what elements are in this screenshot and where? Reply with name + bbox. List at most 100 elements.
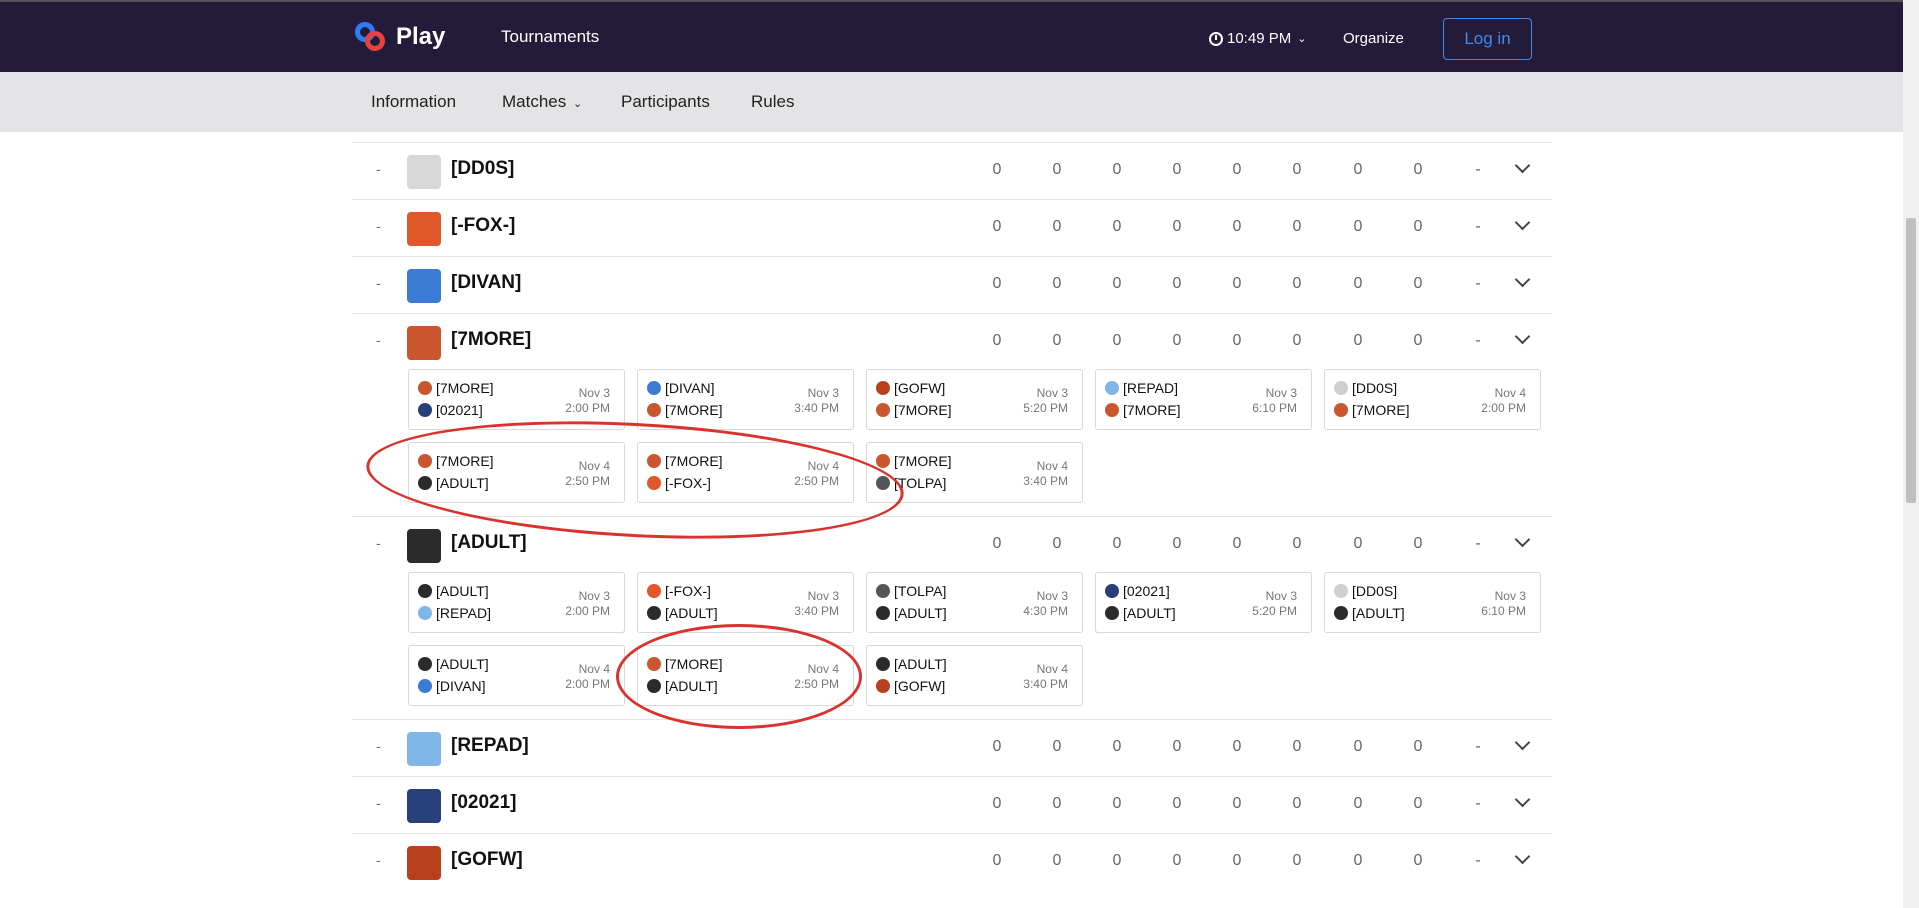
match-card[interactable]: [DD0S] [ADULT] Nov 3 6:10 PM — [1324, 572, 1541, 633]
match-card[interactable]: [ADULT] [GOFW] Nov 4 3:40 PM — [866, 645, 1083, 706]
team-stat: 0 — [992, 738, 1002, 755]
team-stat: 0 — [1353, 218, 1363, 235]
team-logo-icon — [647, 476, 661, 490]
standings-row[interactable]: - [ADULT] 0 0 0 0 0 0 0 0 - — [352, 516, 1552, 573]
team-stat: 0 — [1292, 218, 1302, 235]
team-stat: 0 — [1112, 275, 1122, 292]
team-stat: 0 — [1413, 275, 1423, 292]
tab-matches[interactable]: Matches ⌄ — [502, 92, 582, 112]
chevron-down-icon: ⌄ — [572, 98, 583, 110]
team-stat: 0 — [1292, 275, 1302, 292]
team-stat: 0 — [1353, 535, 1363, 552]
match-card[interactable]: [7MORE] [-FOX-] Nov 4 2:50 PM — [637, 442, 854, 503]
expand-chevron-icon[interactable] — [1515, 794, 1529, 808]
match-team-2: [REPAD] — [418, 605, 491, 621]
match-datetime: Nov 4 2:50 PM — [565, 459, 610, 489]
team-logo-icon — [418, 381, 432, 395]
page: Play Tournaments 10:49 PM ⌄ Organize Log… — [0, 0, 1919, 908]
nav-tournaments-link[interactable]: Tournaments — [501, 27, 599, 47]
match-team-name: [DD0S] — [1352, 583, 1398, 599]
match-card[interactable]: [ADULT] [DIVAN] Nov 4 2:00 PM — [408, 645, 625, 706]
standings-row[interactable]: - [DIVAN] 0 0 0 0 0 0 0 0 - — [352, 256, 1552, 313]
expand-chevron-icon[interactable] — [1515, 217, 1529, 231]
match-time: 3:40 PM — [1023, 474, 1068, 488]
match-card[interactable]: [DIVAN] [7MORE] Nov 3 3:40 PM — [637, 369, 854, 430]
match-datetime: Nov 3 5:20 PM — [1252, 589, 1297, 619]
expand-chevron-icon[interactable] — [1515, 851, 1529, 865]
brand-logo-link[interactable]: Play — [354, 20, 445, 54]
match-date: Nov 3 — [1494, 589, 1526, 603]
expand-chevron-icon[interactable] — [1515, 331, 1529, 345]
match-card[interactable]: [REPAD] [7MORE] Nov 3 6:10 PM — [1095, 369, 1312, 430]
match-team-1: [-FOX-] — [647, 583, 711, 599]
team-stat: 0 — [1112, 218, 1122, 235]
team-stat: 0 — [1413, 161, 1423, 178]
standings-row[interactable]: - [02021] 0 0 0 0 0 0 0 0 - — [352, 776, 1552, 833]
scrollbar-thumb[interactable] — [1906, 218, 1916, 503]
match-team-name: [DD0S] — [1352, 380, 1398, 396]
page-scrollbar[interactable] — [1903, 0, 1919, 908]
standings-row[interactable]: - [7MORE] 0 0 0 0 0 0 0 0 - — [352, 313, 1552, 370]
expand-chevron-icon[interactable] — [1515, 160, 1529, 174]
match-card[interactable]: [7MORE] [TOLPA] Nov 4 3:40 PM — [866, 442, 1083, 503]
brand-name: Play — [396, 23, 446, 50]
team-logo-icon — [647, 403, 661, 417]
standings-row[interactable]: - [DD0S] 0 0 0 0 0 0 0 0 - — [352, 142, 1552, 199]
standings-row[interactable]: - [-FOX-] 0 0 0 0 0 0 0 0 - — [352, 199, 1552, 256]
match-team-1: [GOFW] — [876, 380, 945, 396]
match-team-2: [DIVAN] — [418, 678, 486, 694]
team-stat: 0 — [1292, 852, 1302, 869]
team-stat: 0 — [1232, 852, 1242, 869]
team-rank: - — [376, 332, 381, 348]
team-name: [DIVAN] — [451, 272, 522, 293]
match-team-name: [7MORE] — [436, 380, 494, 396]
match-card[interactable]: [7MORE] [ADULT] Nov 4 2:50 PM — [408, 442, 625, 503]
standings-row[interactable]: - [REPAD] 0 0 0 0 0 0 0 0 - — [352, 719, 1552, 776]
expand-chevron-icon[interactable] — [1515, 534, 1529, 548]
team-stat: 0 — [992, 161, 1002, 178]
match-card[interactable]: [DD0S] [7MORE] Nov 4 2:00 PM — [1324, 369, 1541, 430]
match-card[interactable]: [-FOX-] [ADULT] Nov 3 3:40 PM — [637, 572, 854, 633]
team-logo — [407, 789, 441, 823]
match-team-name: [7MORE] — [665, 402, 723, 418]
match-card[interactable]: [02021] [ADULT] Nov 3 5:20 PM — [1095, 572, 1312, 633]
match-team-1: [7MORE] — [418, 453, 494, 469]
team-stat: 0 — [1232, 738, 1242, 755]
team-logo-icon — [876, 381, 890, 395]
match-card[interactable]: [ADULT] [REPAD] Nov 3 2:00 PM — [408, 572, 625, 633]
organize-link[interactable]: Organize — [1343, 30, 1404, 47]
match-time: 2:00 PM — [565, 604, 610, 618]
match-card[interactable]: [TOLPA] [ADULT] Nov 3 4:30 PM — [866, 572, 1083, 633]
match-date: Nov 4 — [1494, 386, 1526, 400]
team-stat: 0 — [1232, 332, 1242, 349]
tab-information[interactable]: Information — [371, 92, 456, 112]
match-card[interactable]: [7MORE] [02021] Nov 3 2:00 PM — [408, 369, 625, 430]
tab-rules[interactable]: Rules — [751, 92, 794, 112]
standings-row[interactable]: - [GOFW] 0 0 0 0 0 0 0 0 - — [352, 833, 1552, 890]
team-stat: - — [1475, 535, 1481, 552]
team-stat: - — [1475, 161, 1481, 178]
team-stat: 0 — [1353, 795, 1363, 812]
match-datetime: Nov 3 2:00 PM — [565, 386, 610, 416]
login-button[interactable]: Log in — [1443, 18, 1532, 60]
team-stat: 0 — [1172, 738, 1182, 755]
team-stat: 0 — [1353, 161, 1363, 178]
match-team-1: [ADULT] — [876, 656, 947, 672]
expand-chevron-icon[interactable] — [1515, 737, 1529, 751]
team-stat: 0 — [1052, 535, 1062, 552]
expand-chevron-icon[interactable] — [1515, 274, 1529, 288]
tab-participants[interactable]: Participants — [621, 92, 710, 112]
team-stat: 0 — [1292, 795, 1302, 812]
tab-matches-label: Matches — [502, 92, 567, 111]
timezone-selector[interactable]: 10:49 PM ⌄ — [1209, 30, 1306, 47]
match-card[interactable]: [7MORE] [ADULT] Nov 4 2:50 PM — [637, 645, 854, 706]
match-team-name: [02021] — [436, 402, 483, 418]
clock-icon — [1209, 31, 1223, 46]
match-team-2: [7MORE] — [1334, 402, 1410, 418]
team-stat: - — [1475, 795, 1481, 812]
match-time: 6:10 PM — [1481, 604, 1526, 618]
team-logo — [407, 155, 441, 189]
match-card[interactable]: [GOFW] [7MORE] Nov 3 5:20 PM — [866, 369, 1083, 430]
time-display: 10:49 PM — [1227, 30, 1292, 47]
team-stat: 0 — [1292, 332, 1302, 349]
